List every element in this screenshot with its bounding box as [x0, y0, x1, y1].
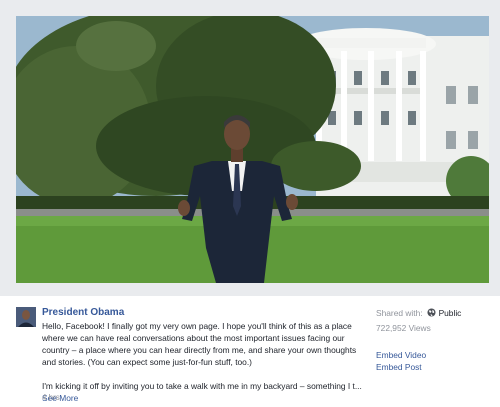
- privacy-label[interactable]: Public: [439, 308, 462, 318]
- video-player[interactable]: [16, 16, 489, 283]
- view-count: 722,952 Views: [376, 323, 431, 333]
- globe-icon[interactable]: [427, 307, 436, 319]
- embed-video-link[interactable]: Embed Video: [376, 350, 496, 360]
- author-name[interactable]: President Obama: [42, 307, 124, 318]
- post-timestamp[interactable]: 4 hrs: [42, 393, 60, 402]
- post-sidebar: Shared with: Public 722,952 Views Embed …: [376, 307, 496, 372]
- see-more-link[interactable]: See More: [42, 392, 362, 404]
- embed-post-link[interactable]: Embed Post: [376, 362, 496, 372]
- post-paragraph-1: Hello, Facebook! I finally got my very o…: [42, 321, 357, 367]
- top-band: [0, 0, 500, 16]
- avatar[interactable]: [16, 307, 36, 327]
- post-paragraph-2: I'm kicking it off by inviting you to ta…: [42, 381, 362, 391]
- profile-photo: [16, 307, 36, 327]
- shared-with-label: Shared with:: [376, 308, 423, 318]
- video-frame: [16, 16, 489, 283]
- post-text: Hello, Facebook! I finally got my very o…: [42, 320, 362, 404]
- post-details-panel: President Obama Hello, Facebook! I final…: [0, 296, 500, 407]
- shared-with-row: Shared with: Public: [376, 307, 496, 319]
